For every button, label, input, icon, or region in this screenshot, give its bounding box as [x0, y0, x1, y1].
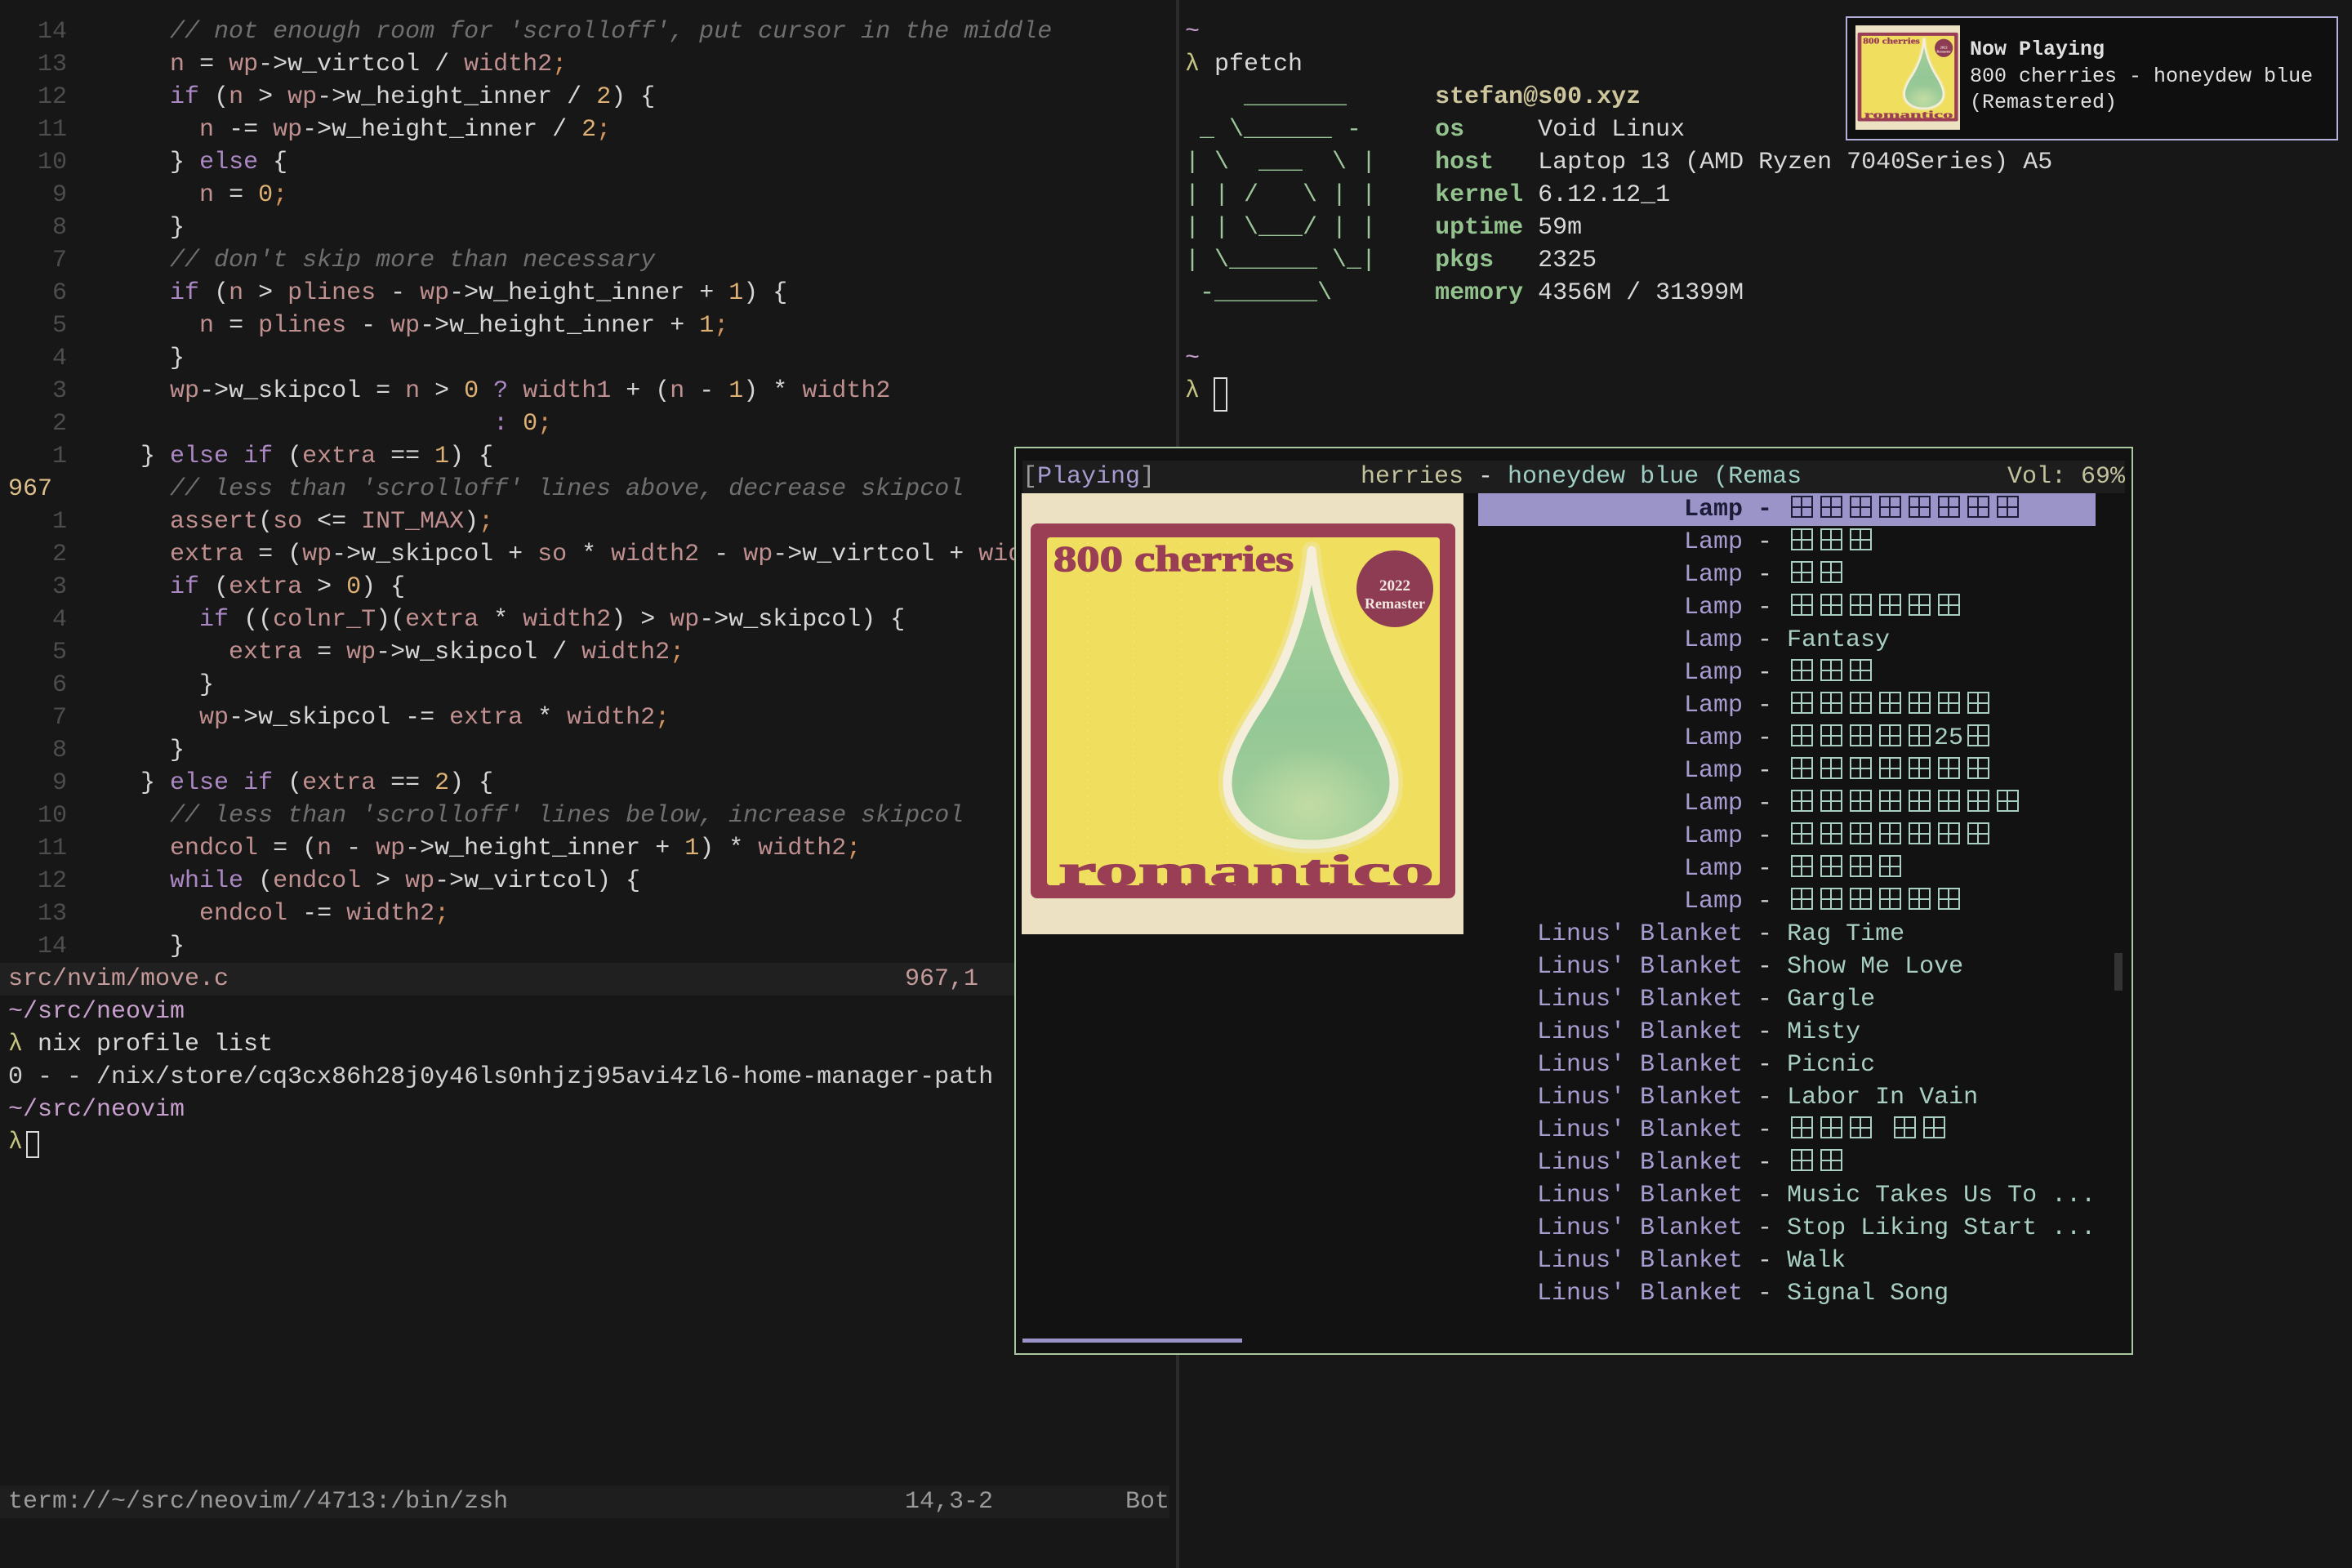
svg-text:2022: 2022	[1940, 45, 1949, 49]
svg-text:800 cherries: 800 cherries	[1054, 539, 1294, 579]
svg-text:romantico: romantico	[1864, 109, 1953, 121]
svg-text:romantico: romantico	[1058, 846, 1434, 895]
svg-text:800 cherries: 800 cherries	[1863, 38, 1920, 47]
svg-text:Remaster: Remaster	[1365, 595, 1425, 612]
svg-text:2022: 2022	[1379, 577, 1410, 595]
svg-text:Remaster: Remaster	[1936, 49, 1951, 53]
